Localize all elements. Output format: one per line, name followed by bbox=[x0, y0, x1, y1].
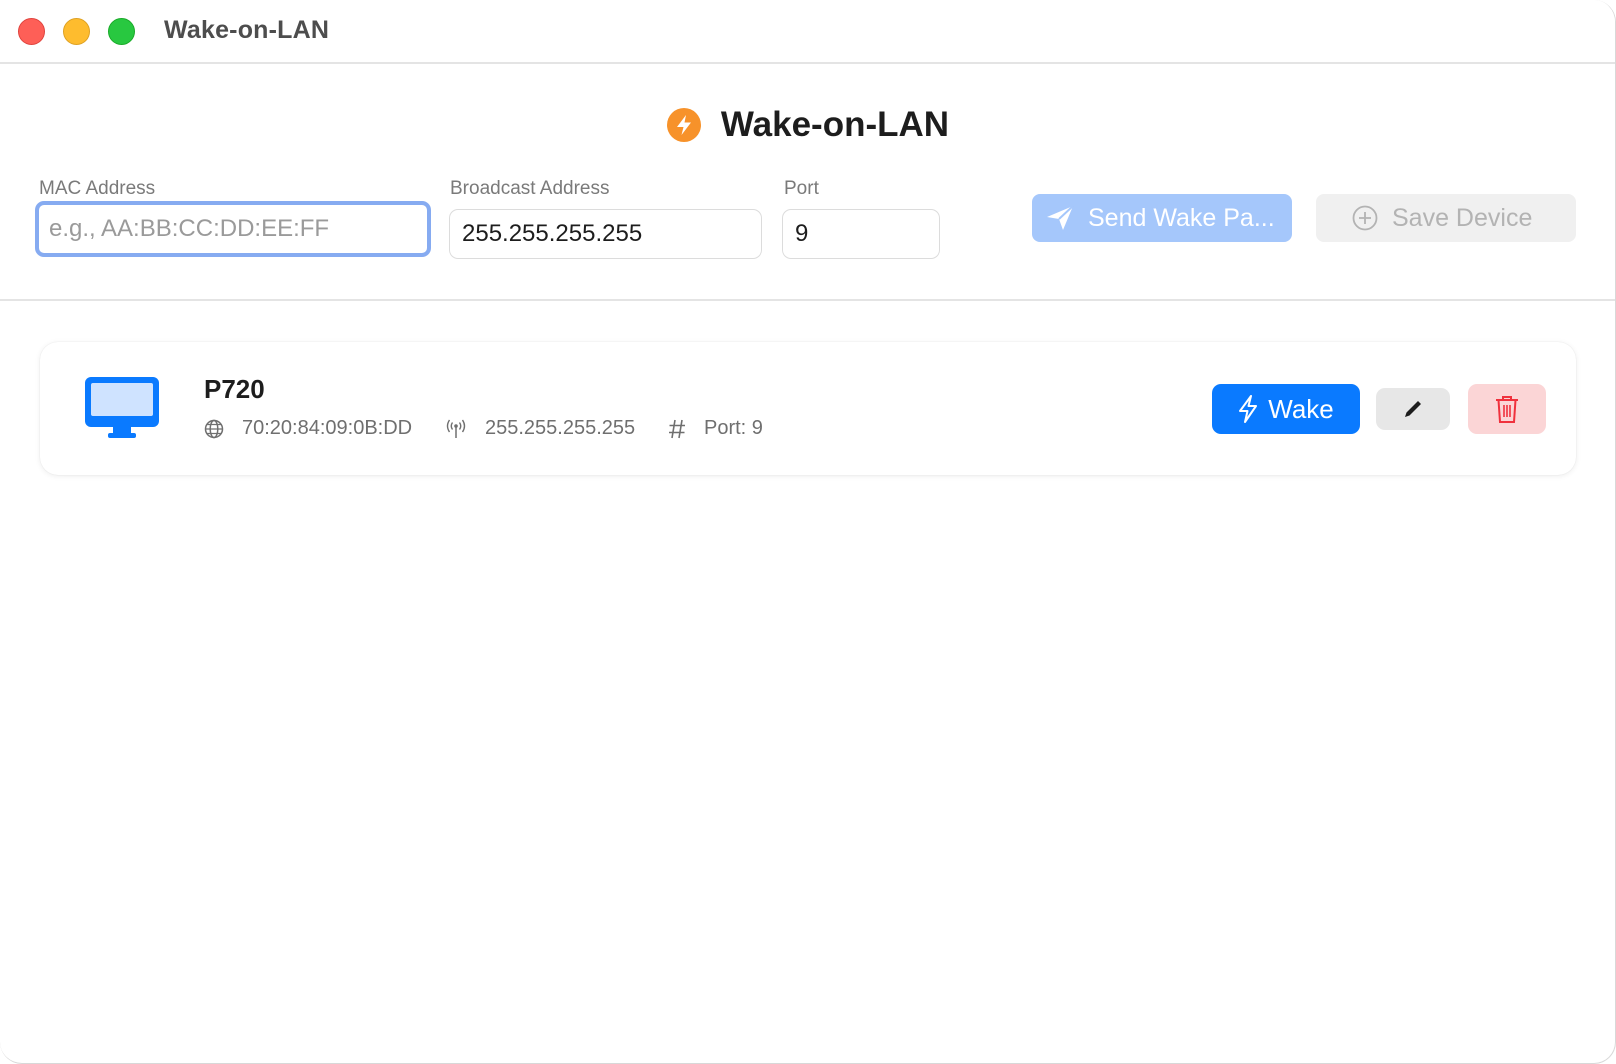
delete-device-button[interactable] bbox=[1468, 384, 1546, 434]
wake-button[interactable]: Wake bbox=[1212, 384, 1360, 434]
wake-label: Wake bbox=[1268, 393, 1334, 424]
broadcast-address-input[interactable] bbox=[449, 209, 762, 259]
zoom-window-button[interactable] bbox=[108, 18, 135, 45]
trash-icon bbox=[1496, 396, 1518, 423]
device-name: P720 bbox=[204, 374, 265, 404]
mac-address-label: MAC Address bbox=[39, 178, 156, 199]
paper-plane-icon bbox=[1047, 205, 1074, 230]
send-wake-packet-label: Send Wake Pa... bbox=[1088, 203, 1275, 232]
device-broadcast-text: 255.255.255.255 bbox=[485, 417, 636, 439]
minimize-window-button[interactable] bbox=[63, 18, 90, 45]
pencil-icon bbox=[1405, 401, 1421, 417]
app-header: Wake-on-LAN bbox=[0, 100, 1615, 150]
device-port: Port: 9 bbox=[668, 417, 763, 440]
page-title: Wake-on-LAN bbox=[720, 105, 950, 144]
close-window-button[interactable] bbox=[18, 18, 45, 45]
plus-circle-icon bbox=[1352, 205, 1378, 231]
broadcast-address-label: Broadcast Address bbox=[450, 178, 610, 199]
port-label: Port bbox=[784, 178, 819, 199]
window-title: Wake-on-LAN bbox=[164, 16, 330, 44]
device-broadcast: 255.255.255.255 bbox=[445, 417, 635, 440]
desktop-computer-icon bbox=[84, 376, 160, 445]
bolt-icon bbox=[1239, 395, 1258, 423]
send-wake-packet-button[interactable]: Send Wake Pa... bbox=[1032, 194, 1292, 242]
save-device-label: Save Device bbox=[1392, 203, 1533, 232]
device-port-text: Port: 9 bbox=[704, 417, 763, 439]
divider bbox=[0, 299, 1615, 301]
port-input[interactable] bbox=[782, 209, 940, 259]
device-mac: 70:20:84:09:0B:DD bbox=[204, 417, 412, 440]
bolt-icon bbox=[666, 108, 701, 142]
save-device-button[interactable]: Save Device bbox=[1316, 194, 1576, 242]
edit-device-button[interactable] bbox=[1376, 388, 1450, 430]
device-card: P720 70:20:84:09:0B:DD 255.255.255.255 P… bbox=[40, 342, 1576, 475]
app-window: Wake-on-LAN Wake-on-LAN MAC Address Broa… bbox=[0, 0, 1616, 1064]
hash-icon bbox=[668, 419, 686, 439]
mac-address-input[interactable] bbox=[35, 201, 431, 257]
title-bar: Wake-on-LAN bbox=[0, 0, 1615, 64]
antenna-icon bbox=[445, 419, 467, 439]
device-mac-text: 70:20:84:09:0B:DD bbox=[242, 417, 413, 439]
globe-icon bbox=[204, 419, 224, 439]
